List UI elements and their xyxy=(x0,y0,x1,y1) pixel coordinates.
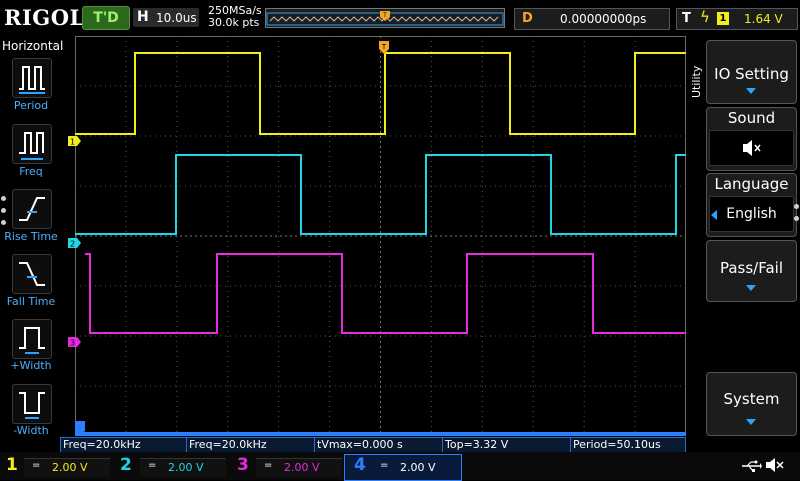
softkey-pass-fail-label: Pass/Fail xyxy=(719,259,784,277)
negative-width-icon xyxy=(19,392,45,419)
speaker-muted-icon xyxy=(764,457,786,477)
speaker-muted-icon xyxy=(743,140,761,156)
menu-tab-label: Utility xyxy=(690,65,703,98)
trigger-source-badge: 1 xyxy=(717,12,729,25)
sidebar-label-negative-width: -Width xyxy=(13,424,49,437)
delay-value: 0.00000000ps xyxy=(560,12,647,26)
language-value-box[interactable]: English xyxy=(709,196,794,232)
sidebar-label-positive-width: +Width xyxy=(10,359,52,372)
channel-4-coupling: = xyxy=(380,460,389,471)
channel-1-marker[interactable]: 1 xyxy=(68,131,82,150)
trigger-letter: T xyxy=(682,11,691,26)
svg-text:T: T xyxy=(381,43,387,51)
sound-value-box[interactable] xyxy=(709,130,794,166)
channel-3-marker[interactable]: 3 xyxy=(68,332,82,351)
sidebar-item-positive-width[interactable] xyxy=(12,319,52,359)
chevron-down-icon xyxy=(746,88,756,94)
channel-3-scale: 2.00 V xyxy=(284,461,320,474)
trigger-time-marker-icon[interactable]: T xyxy=(379,40,389,59)
trigger-position-marker-icon[interactable]: T xyxy=(380,6,390,25)
channel-4-number[interactable]: 4 xyxy=(354,455,366,475)
sidebar-label-rise-time: Rise Time xyxy=(4,230,58,243)
measurement-item[interactable]: tVmax=0.000 s xyxy=(314,437,444,453)
run-status-badge[interactable]: T'D xyxy=(82,6,130,30)
channel-2-marker[interactable]: 2 xyxy=(68,233,82,252)
channel-2-scale: 2.00 V xyxy=(168,461,204,474)
rising-edge-icon: ϟ xyxy=(700,8,710,26)
sidebar-label-freq: Freq xyxy=(19,165,43,178)
sidebar-item-freq[interactable] xyxy=(12,124,52,164)
chevron-down-icon xyxy=(746,419,756,425)
timebase-value: 10.0us xyxy=(156,11,197,25)
trigger-position-bar[interactable]: T xyxy=(265,8,505,28)
sidebar-label-fall-time: Fall Time xyxy=(6,295,56,308)
softkey-io-setting-label: IO Setting xyxy=(714,65,789,83)
channel-2-marker-label: 2 xyxy=(70,240,75,249)
chevron-down-icon xyxy=(746,285,756,291)
memory-depth: 30.0k pts xyxy=(208,16,260,29)
page-dot xyxy=(794,204,799,209)
channel-4-scale: 2.00 V xyxy=(400,461,436,474)
acquisition-info: 250MSa/s 30.0k pts xyxy=(208,5,262,29)
svg-text:T: T xyxy=(382,12,387,19)
channel-1-marker-label: 1 xyxy=(70,138,75,147)
channel-3-coupling: = xyxy=(264,460,273,471)
softkey-system[interactable]: System xyxy=(706,372,797,436)
timebase-letter: H xyxy=(137,9,149,25)
freq-icon xyxy=(19,132,44,160)
waveform-grid xyxy=(75,36,686,436)
channel-3-marker-label: 3 xyxy=(70,339,75,348)
waveform-display[interactable] xyxy=(75,36,686,436)
measurement-item[interactable]: Freq=20.0kHz xyxy=(186,437,316,453)
channel-3-number[interactable]: 3 xyxy=(237,455,249,475)
softkey-sound-label: Sound xyxy=(727,109,776,127)
channel-2-coupling: = xyxy=(148,460,157,471)
fall-time-icon xyxy=(19,262,45,286)
brand-logo: RIGOL xyxy=(4,5,85,30)
rise-time-icon xyxy=(19,197,45,221)
page-dot xyxy=(1,220,6,225)
sidebar-label-period: Period xyxy=(13,99,49,112)
softkey-io-setting[interactable]: IO Setting xyxy=(706,40,797,104)
usb-icon xyxy=(740,458,762,477)
delay-letter: D xyxy=(522,11,533,26)
sidebar-item-period[interactable] xyxy=(12,58,52,98)
page-dot xyxy=(794,216,799,221)
trigger-level: 1.64 V xyxy=(744,12,783,26)
sidebar-item-rise-time[interactable] xyxy=(12,189,52,229)
channel-2-number[interactable]: 2 xyxy=(120,455,132,475)
measurement-item[interactable]: Period=50.10us xyxy=(570,437,686,453)
sidebar-title: Horizontal xyxy=(2,39,64,53)
softkey-pass-fail[interactable]: Pass/Fail xyxy=(706,240,797,302)
softkey-system-label: System xyxy=(723,390,780,408)
channel-1-coupling: = xyxy=(32,460,41,471)
channel-1-scale: 2.00 V xyxy=(52,461,88,474)
period-icon xyxy=(19,66,45,94)
measurement-item[interactable]: Freq=20.0kHz xyxy=(60,437,188,453)
positive-width-icon xyxy=(19,327,45,354)
channel-1-number[interactable]: 1 xyxy=(6,455,18,475)
channel-3-waveform xyxy=(85,253,686,334)
measurement-item[interactable]: Top=3.32 V xyxy=(442,437,572,453)
sidebar-item-fall-time[interactable] xyxy=(12,254,52,294)
softkey-language-label: Language xyxy=(714,175,789,193)
page-dot xyxy=(1,208,6,213)
sidebar-item-negative-width[interactable] xyxy=(12,384,52,424)
page-dot xyxy=(1,196,6,201)
language-value: English xyxy=(726,206,777,222)
